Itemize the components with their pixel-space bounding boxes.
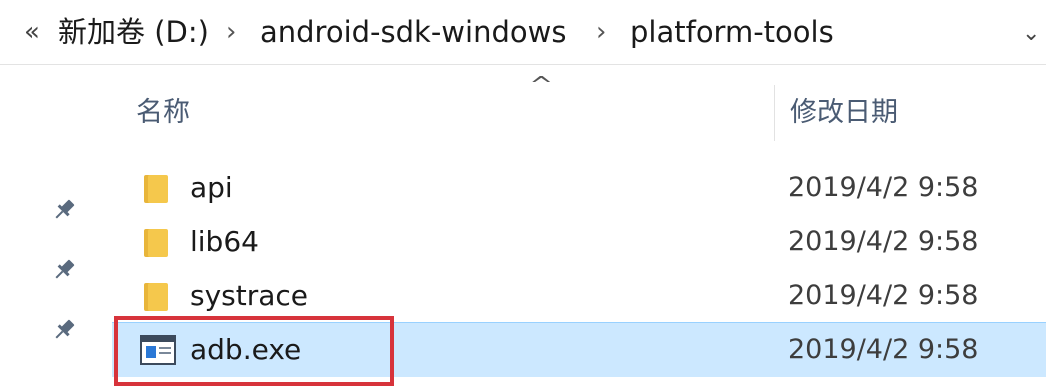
file-name: api <box>190 171 233 204</box>
file-modified-date: 2019/4/2 9:58 <box>788 172 979 203</box>
pin-icon[interactable] <box>50 256 78 284</box>
folder-icon <box>142 227 170 259</box>
navigation-pane <box>0 65 88 372</box>
file-name: lib64 <box>190 225 259 258</box>
chevron-right-icon[interactable]: › <box>226 14 236 50</box>
chevron-down-icon[interactable]: ⌄ <box>1022 14 1040 50</box>
list-item[interactable]: api 2019/4/2 9:58 <box>112 161 1046 215</box>
file-modified-date: 2019/4/2 9:58 <box>788 280 979 311</box>
column-divider[interactable] <box>774 85 775 141</box>
list-item[interactable]: systrace 2019/4/2 9:58 <box>112 269 1046 323</box>
sort-ascending-icon: ^ <box>529 73 554 98</box>
file-name: systrace <box>190 279 309 312</box>
pin-icon[interactable] <box>50 196 78 224</box>
folder-icon <box>142 281 170 313</box>
list-item[interactable]: lib64 2019/4/2 9:58 <box>112 215 1046 269</box>
breadcrumb-android-sdk-windows[interactable]: android-sdk-windows <box>260 14 566 50</box>
column-header-row: ^ 名称 修改日期 <box>96 65 1046 155</box>
pin-icon[interactable] <box>50 316 78 344</box>
chevron-right-icon[interactable]: › <box>596 14 606 50</box>
file-modified-date: 2019/4/2 9:58 <box>788 226 979 257</box>
highlight-box <box>114 316 394 386</box>
column-header-name[interactable]: 名称 <box>136 95 190 131</box>
folder-icon <box>142 173 170 205</box>
file-modified-date: 2019/4/2 9:58 <box>788 334 979 365</box>
breadcrumb-overflow-icon[interactable]: « <box>18 14 46 50</box>
breadcrumb-drive[interactable]: 新加卷 (D:) <box>58 14 209 50</box>
column-header-date-modified[interactable]: 修改日期 <box>790 95 898 131</box>
address-bar[interactable]: « 新加卷 (D:) › android-sdk-windows › platf… <box>0 0 1046 65</box>
breadcrumb-platform-tools[interactable]: platform-tools <box>630 14 834 50</box>
